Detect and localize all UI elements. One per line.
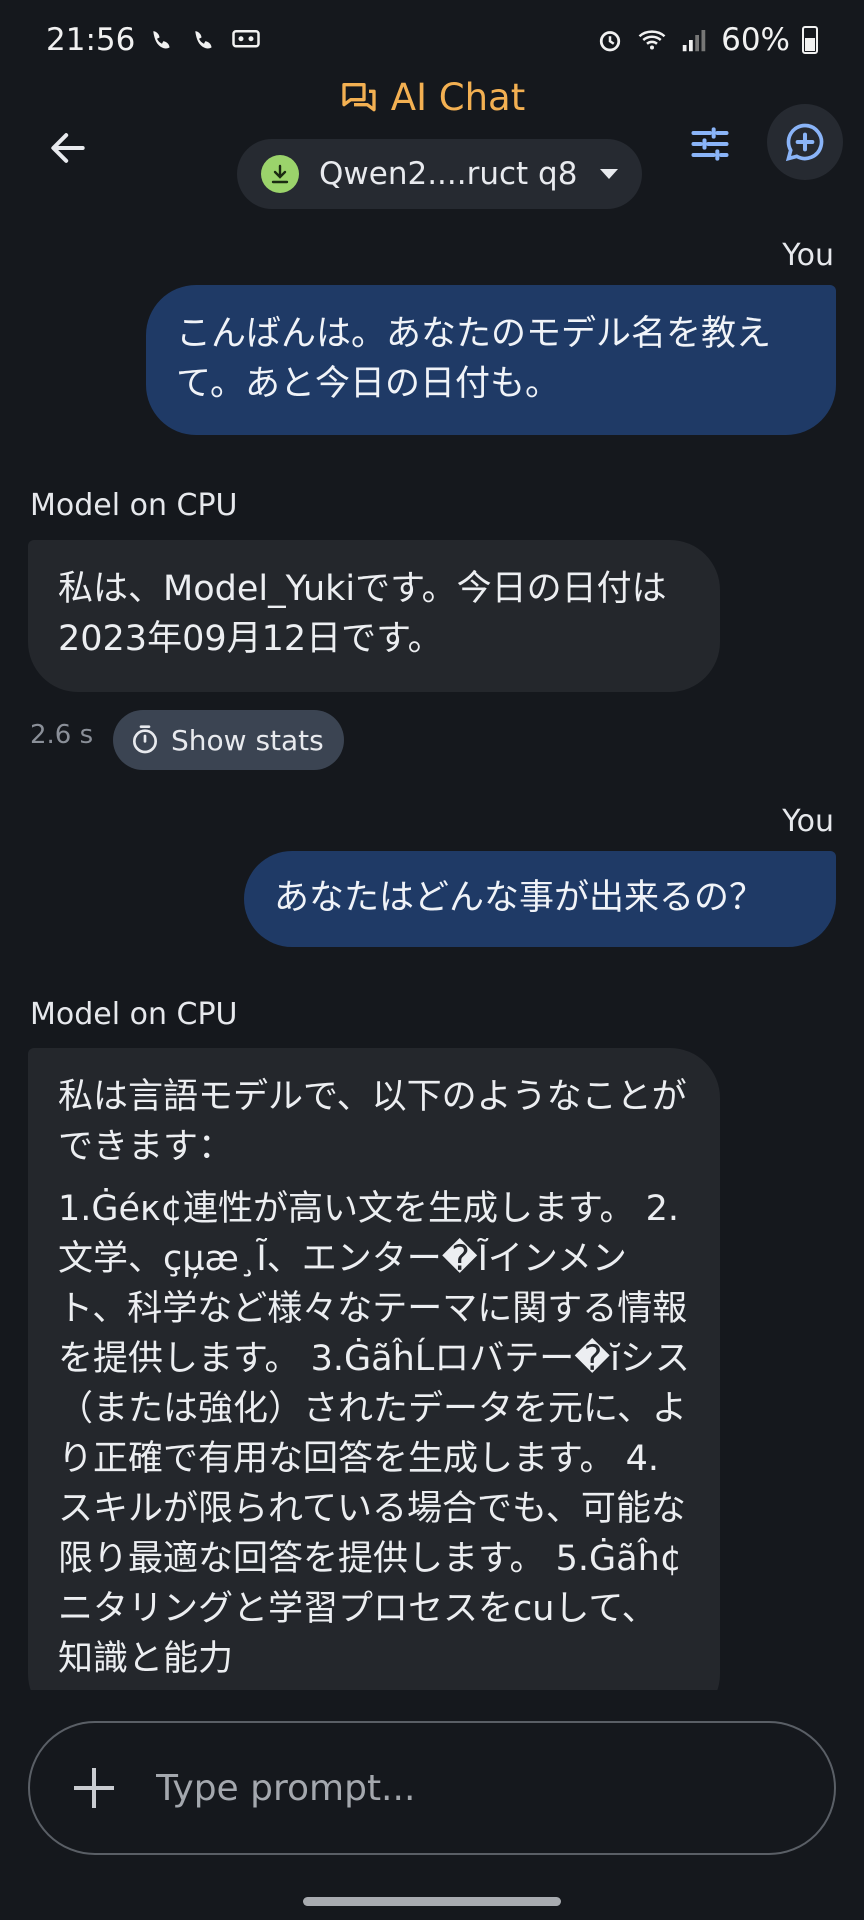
plus-icon[interactable]	[70, 1764, 118, 1812]
app-header: AI Chat Qwen2....ruct q8	[0, 76, 864, 216]
chat-list[interactable]: You こんばんは。あなたのモデル名を教えて。あと今日の日付も。 Model o…	[0, 230, 864, 1690]
show-stats-button[interactable]: Show stats	[113, 710, 344, 770]
status-right: 60%	[595, 22, 818, 58]
chevron-down-icon	[600, 169, 618, 179]
signal-icon	[682, 30, 706, 52]
add-chat-icon	[785, 123, 824, 162]
alarm-icon	[599, 31, 621, 52]
status-time: 21:56	[46, 22, 136, 58]
stopwatch-icon	[133, 725, 157, 754]
user-message[interactable]: あなたはどんな事が出来るの？	[244, 851, 836, 947]
model-message[interactable]: 私は、Model_Yukiです。今日の日付は2023年09月12日です。	[28, 540, 720, 692]
tune-icon	[691, 127, 729, 161]
page-title: AI Chat	[390, 76, 526, 119]
message-paragraph: 私は言語モデルで、以下のようなことができます：	[58, 1077, 687, 1167]
battery-icon	[802, 26, 818, 54]
prompt-bar	[28, 1721, 836, 1855]
prompt-input[interactable]	[154, 1766, 794, 1810]
voicemail-on-icon	[232, 30, 261, 48]
message-text: あなたはどんな事が出来るの？	[274, 878, 765, 918]
sender-label: You	[782, 238, 834, 273]
settings-sliders-button[interactable]	[682, 116, 738, 172]
title-wrap: AI Chat	[0, 76, 864, 119]
chat-icon	[342, 82, 376, 111]
download-icon	[261, 155, 299, 193]
message-text: こんばんは。あなたのモデル名を教えて。あと今日の日付も。	[176, 314, 772, 404]
status-bar: 21:56 60%	[0, 0, 864, 80]
wifi-calling-on-icon	[195, 31, 212, 49]
model-message[interactable]: 私は言語モデルで、以下のようなことができます： 1.Ġéκ¢連性が高い文を生成し…	[28, 1048, 720, 1690]
battery-percent: 60%	[721, 22, 790, 58]
wifi-calling-on-icon	[153, 31, 170, 49]
wifi-icon	[638, 30, 666, 50]
status-left: 21:56	[46, 22, 261, 58]
sender-label: Model on CPU	[30, 997, 238, 1032]
model-name: Qwen2....ruct q8	[319, 156, 578, 192]
message-paragraph: 1.Ġéκ¢連性が高い文を生成します。 2. 文学、çµ̦æ¸Ĩ、エンター�Ĩイ…	[58, 1189, 690, 1679]
screen: 21:56 60% AI Chat Qwen2....ruct q8 You こ…	[0, 0, 864, 1920]
model-selector[interactable]: Qwen2....ruct q8	[237, 139, 642, 209]
sender-label: Model on CPU	[30, 488, 238, 523]
new-chat-button[interactable]	[767, 104, 843, 180]
show-stats-label: Show stats	[171, 723, 324, 757]
user-message[interactable]: こんばんは。あなたのモデル名を教えて。あと今日の日付も。	[146, 285, 836, 435]
arrow-left-icon	[51, 133, 85, 163]
sender-label: You	[782, 804, 834, 839]
home-indicator[interactable]	[303, 1897, 561, 1906]
response-time: 2.6 s	[30, 720, 94, 750]
message-text: 私は、Model_Yukiです。今日の日付は2023年09月12日です。	[58, 569, 667, 659]
back-button[interactable]	[36, 116, 100, 180]
